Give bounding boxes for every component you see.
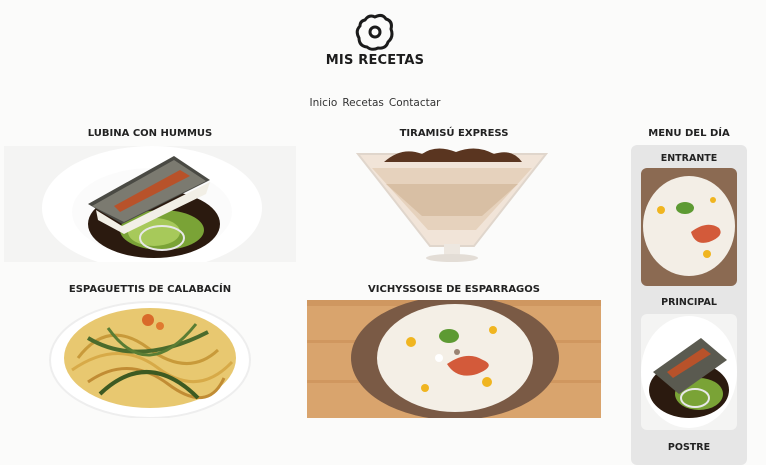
nav-item-inicio[interactable]: Inicio <box>310 97 338 109</box>
menu-section-entrante: ENTRANTE <box>660 153 718 164</box>
menu-image-entrante[interactable] <box>641 168 737 286</box>
fried-egg-icon[interactable] <box>355 12 395 52</box>
nav-item-recetas[interactable]: Recetas <box>342 97 384 109</box>
site-title: MIS RECETAS <box>325 53 425 68</box>
sidebar-title: MENU DEL DÍA <box>648 128 730 139</box>
menu-section-principal: PRINCIPAL <box>661 297 717 308</box>
recipe-title-espaguettis[interactable]: ESPAGUETTIS DE CALABACÍN <box>60 284 240 295</box>
nav-item-contactar[interactable]: Contactar <box>389 97 441 109</box>
recipe-image-lubina[interactable] <box>4 146 296 262</box>
recipe-title-lubina[interactable]: LUBINA CON HUMMUS <box>60 128 240 139</box>
recipe-title-vichyssoise[interactable]: VICHYSSOISE DE ESPARRAGOS <box>364 284 544 295</box>
menu-section-postre: POSTRE <box>667 442 711 453</box>
menu-del-dia-sidebar: ENTRANTE PRINCIPAL POSTRE <box>631 145 747 465</box>
recipe-title-tiramisu[interactable]: TIRAMISÚ EXPRESS <box>364 128 544 139</box>
recipe-image-vichyssoise[interactable] <box>307 300 601 418</box>
recipe-image-espaguettis[interactable] <box>48 298 252 418</box>
main-nav: Inicio Recetas Contactar <box>300 97 450 109</box>
recipe-image-tiramisu[interactable] <box>356 144 548 262</box>
menu-image-principal[interactable] <box>641 314 737 430</box>
